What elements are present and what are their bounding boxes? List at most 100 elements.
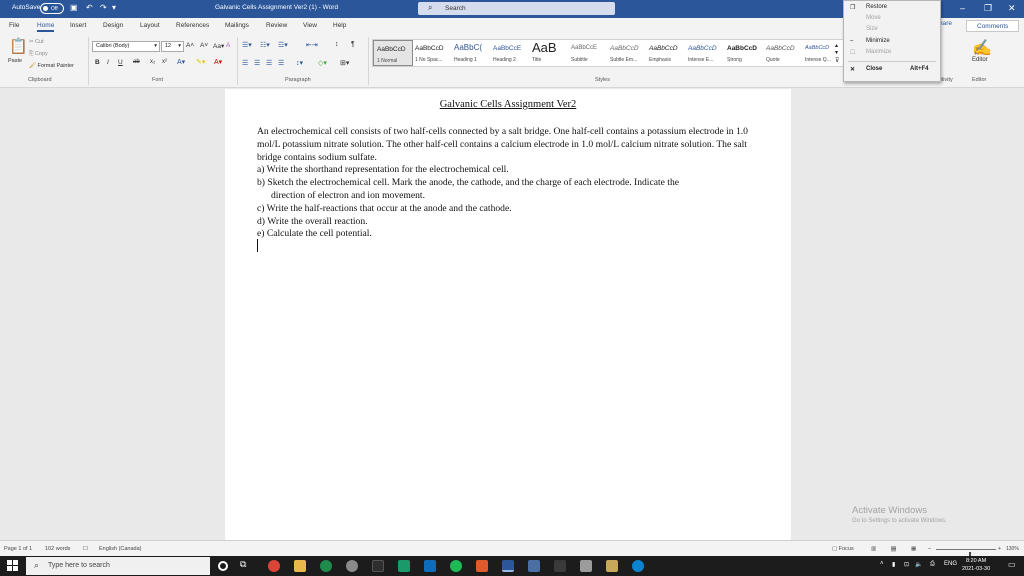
strikethrough-icon[interactable]: ab bbox=[133, 59, 140, 65]
start-icon[interactable] bbox=[7, 560, 19, 572]
style-normal[interactable]: AaBbCcD 1 Normal bbox=[373, 40, 413, 66]
style-quote[interactable]: AaBbCcD Quote bbox=[763, 40, 803, 66]
shading-icon[interactable]: ◇▾ bbox=[318, 59, 327, 67]
app-icon[interactable] bbox=[372, 560, 384, 572]
subscript-icon[interactable]: x₂ bbox=[150, 59, 155, 65]
document-page[interactable]: Galvanic Cells Assignment Ver2 An electr… bbox=[225, 89, 791, 540]
highlight-color-icon[interactable]: ✎▾ bbox=[196, 58, 205, 66]
align-center-icon[interactable]: ☰ bbox=[254, 59, 260, 67]
sort-icon[interactable]: ↕ bbox=[335, 41, 339, 48]
network-icon[interactable]: ⊡ bbox=[904, 561, 909, 568]
menu-item-close[interactable]: ✕ Close Alt+F4 bbox=[844, 65, 940, 76]
grow-font-icon[interactable]: A˄ bbox=[186, 42, 194, 49]
underline-icon[interactable]: U bbox=[118, 59, 123, 66]
style-no-spacing[interactable]: AaBbCcD 1 No Spac... bbox=[412, 40, 452, 66]
restore-window-icon[interactable]: ❐ bbox=[984, 3, 992, 14]
format-painter-button[interactable]: 🖌 Format Painter bbox=[29, 63, 74, 69]
paste-icon[interactable]: 📋 bbox=[9, 37, 28, 55]
word-count[interactable]: 102 words bbox=[45, 546, 70, 552]
focus-mode-button[interactable]: ▢ Focus bbox=[832, 546, 854, 552]
redo-icon[interactable]: ↷ bbox=[100, 3, 107, 12]
page-count[interactable]: Page 1 of 1 bbox=[4, 546, 32, 552]
tab-home[interactable]: Home bbox=[37, 22, 55, 32]
clear-formatting-icon[interactable]: A bbox=[226, 42, 230, 49]
cut-button[interactable]: ✂ Cut bbox=[29, 39, 44, 45]
app-icon[interactable] bbox=[476, 560, 488, 572]
upwork-icon[interactable] bbox=[320, 560, 332, 572]
language-icon[interactable]: ⎙ bbox=[930, 561, 935, 568]
styles-scroll-up-icon[interactable]: ▴ bbox=[835, 42, 838, 49]
web-layout-icon[interactable]: ▦ bbox=[911, 546, 916, 552]
editor-icon[interactable]: ✍ bbox=[972, 38, 992, 58]
save-icon[interactable]: ▣ bbox=[70, 3, 78, 12]
zoom-in-icon[interactable]: + bbox=[998, 546, 1001, 552]
style-strong[interactable]: AaBbCcD Strong bbox=[724, 40, 764, 66]
superscript-icon[interactable]: x² bbox=[162, 59, 167, 65]
chrome-icon[interactable] bbox=[268, 560, 280, 572]
font-name-dropdown[interactable]: Calibri (Body) ▾ bbox=[92, 41, 160, 52]
tab-layout[interactable]: Layout bbox=[140, 22, 160, 29]
mail-icon[interactable] bbox=[424, 560, 436, 572]
style-emphasis[interactable]: AaBbCcD Emphasis bbox=[646, 40, 686, 66]
zoom-slider[interactable] bbox=[936, 549, 996, 561]
font-color-icon[interactable]: A▾ bbox=[214, 58, 222, 66]
style-heading-2[interactable]: AaBbCcE Heading 2 bbox=[490, 40, 530, 66]
menu-item-minimize[interactable]: – Minimize bbox=[844, 37, 940, 48]
task-view-icon[interactable]: ⧉ bbox=[240, 559, 252, 571]
spotify-icon[interactable] bbox=[450, 560, 462, 572]
print-layout-icon[interactable]: ▤ bbox=[891, 546, 897, 552]
editor-button-label[interactable]: Editor bbox=[972, 57, 988, 63]
tab-file[interactable]: File bbox=[9, 22, 19, 29]
tray-overflow-icon[interactable]: ˄ bbox=[880, 561, 884, 567]
indent-icon[interactable]: ⇤⇥ bbox=[306, 41, 318, 49]
zoom-out-icon[interactable]: – bbox=[928, 546, 931, 552]
style-heading-1[interactable]: AaBbC( Heading 1 bbox=[451, 40, 491, 66]
text-effects-icon[interactable]: A▾ bbox=[177, 58, 185, 66]
style-title[interactable]: AaB Title bbox=[529, 40, 569, 66]
styles-scroll-down-icon[interactable]: ▾ bbox=[835, 49, 838, 56]
show-marks-icon[interactable]: ¶ bbox=[351, 41, 355, 48]
italic-icon[interactable]: I bbox=[107, 59, 109, 66]
app-icon[interactable] bbox=[346, 560, 358, 572]
bullets-icon[interactable]: ☰▾ bbox=[242, 41, 252, 49]
cortana-icon[interactable] bbox=[218, 561, 228, 571]
file-explorer-icon[interactable] bbox=[294, 560, 306, 572]
tab-insert[interactable]: Insert bbox=[70, 22, 86, 29]
search-box[interactable]: ⌕ Search bbox=[418, 2, 615, 15]
multilevel-list-icon[interactable]: ☲▾ bbox=[278, 41, 288, 49]
change-case-icon[interactable]: Aa▾ bbox=[213, 42, 224, 50]
menu-item-restore[interactable]: ❐ Restore bbox=[844, 3, 940, 14]
proofing-icon[interactable]: ☐ bbox=[83, 546, 88, 552]
comments-button[interactable]: Comments bbox=[966, 20, 1019, 32]
word-icon[interactable] bbox=[502, 560, 514, 572]
volume-icon[interactable]: 🔈 bbox=[915, 561, 922, 568]
app-icon[interactable] bbox=[554, 560, 566, 572]
align-left-icon[interactable]: ☰ bbox=[242, 59, 248, 67]
tab-mailings[interactable]: Mailings bbox=[225, 22, 249, 29]
zoom-level[interactable]: 130% bbox=[1006, 546, 1019, 552]
line-spacing-icon[interactable]: ↕▾ bbox=[296, 59, 303, 67]
taskbar-clock[interactable]: 8:20 AM 2021-03-30 bbox=[962, 558, 990, 573]
numbering-icon[interactable]: ☷▾ bbox=[260, 41, 270, 49]
shrink-font-icon[interactable]: A˅ bbox=[200, 42, 208, 49]
style-intense-quote[interactable]: AaBbCcD Intense Q... bbox=[802, 40, 834, 66]
read-mode-icon[interactable]: ▥ bbox=[871, 546, 876, 552]
customize-toolbar-icon[interactable]: ▾ bbox=[112, 3, 116, 12]
language-indicator[interactable]: English (Canada) bbox=[99, 546, 142, 552]
tab-help[interactable]: Help bbox=[333, 22, 346, 29]
align-right-icon[interactable]: ☰ bbox=[266, 59, 272, 67]
app-icon[interactable] bbox=[398, 560, 410, 572]
tab-view[interactable]: View bbox=[303, 22, 317, 29]
notifications-icon[interactable]: ▭ bbox=[1008, 560, 1016, 569]
style-subtitle[interactable]: AaBbCcE Subtitle bbox=[568, 40, 608, 66]
undo-icon[interactable]: ↶ bbox=[86, 3, 93, 12]
font-size-dropdown[interactable]: 12 ▾ bbox=[161, 41, 184, 52]
battery-icon[interactable]: ▮ bbox=[892, 561, 895, 568]
minimize-icon[interactable]: – bbox=[960, 3, 965, 13]
taskbar-search[interactable]: ⌕ Type here to search bbox=[26, 557, 210, 575]
app-icon[interactable] bbox=[606, 560, 618, 572]
style-subtle-emphasis[interactable]: AaBbCcD Subtle Em... bbox=[607, 40, 647, 66]
style-intense-emphasis[interactable]: AaBbCcD Intense E... bbox=[685, 40, 725, 66]
edge-icon[interactable] bbox=[632, 560, 644, 572]
borders-icon[interactable]: ⊞▾ bbox=[340, 59, 349, 67]
